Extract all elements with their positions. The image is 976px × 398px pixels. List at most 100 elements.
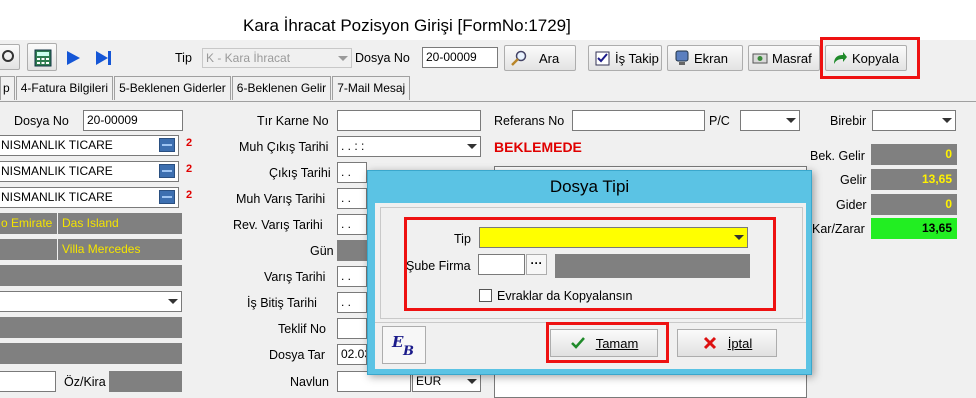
muh-varis-tarihi-picker[interactable]: . .	[337, 188, 367, 209]
chevron-down-icon	[338, 56, 348, 61]
varis-tarihi-label: Varış Tarihi	[264, 270, 326, 284]
is-bitis-tarihi-value: . .	[341, 295, 352, 309]
dosya-tar-input[interactable]: 02.03	[337, 344, 367, 365]
grey-field-c[interactable]	[0, 317, 182, 338]
tir-karne-no-label: Tır Karne No	[257, 114, 329, 128]
referans-no-label: Referans No	[494, 114, 565, 128]
muh-cikis-tarihi-value: . . : :	[341, 139, 365, 153]
teklif-no-label: Teklif No	[278, 322, 326, 336]
party-field-2-value: NISMANLIK TICARE	[1, 164, 113, 178]
cikis-tarihi-value: . .	[341, 165, 352, 179]
birebir-select[interactable]	[872, 110, 956, 131]
dialog-fields-highlight	[404, 217, 776, 311]
teklif-no-input[interactable]	[337, 318, 367, 339]
kar-zarar-label: Kar/Zarar	[812, 222, 865, 236]
close-icon	[702, 335, 718, 351]
grey-field-a[interactable]	[0, 239, 57, 260]
toolbar-dosya-no-input[interactable]: 20-00009	[422, 47, 498, 68]
gun-label: Gün	[310, 244, 334, 258]
dosya-no-label: Dosya No	[14, 114, 69, 128]
party-badge-1: 2	[186, 137, 193, 149]
muh-cikis-tarihi-picker[interactable]: . . : :	[337, 136, 481, 157]
left-select[interactable]	[0, 291, 182, 312]
varis-tarihi-picker[interactable]: . .	[337, 266, 367, 287]
eb-logo: E B	[382, 326, 426, 364]
masraf-label: Masraf	[772, 50, 812, 66]
muh-cikis-tarihi-label: Muh Çıkış Tarihi	[239, 140, 329, 154]
grey-field-b[interactable]	[0, 265, 182, 286]
left-bottom-input[interactable]	[0, 371, 56, 392]
next-record-icon[interactable]	[65, 50, 81, 69]
magnifier-icon	[0, 49, 16, 65]
pc-label: P/C	[709, 114, 730, 128]
ara-label: Ara	[539, 50, 560, 66]
is-bitis-tarihi-picker[interactable]: . .	[337, 292, 367, 313]
tamam-highlight	[546, 322, 669, 363]
monitor-icon	[674, 50, 690, 66]
lookup-icon[interactable]	[159, 190, 175, 204]
chevron-down-icon	[942, 118, 952, 123]
kar-zarar-value: 13,65	[871, 218, 957, 239]
tab-fatura-bilgileri[interactable]: 4-Fatura Bilgileri	[15, 76, 114, 100]
location-field-right[interactable]: Das Island	[58, 213, 182, 234]
chevron-down-icon	[467, 379, 477, 384]
varis-tarihi-value: . .	[341, 269, 352, 283]
kopyala-highlight	[820, 37, 920, 79]
party-badge-3: 2	[186, 189, 193, 201]
dosya-tar-label: Dosya Tar	[269, 348, 326, 362]
gider-label: Gider	[836, 198, 867, 212]
dialog-title: Dosya Tipi	[549, 177, 630, 196]
tab-beklenen-giderler[interactable]: 5-Beklenen Giderler	[114, 76, 231, 100]
gun-field	[337, 240, 367, 261]
calculator-icon	[34, 49, 52, 67]
tip-select[interactable]: K - Kara İhracat	[202, 48, 352, 68]
muh-varis-tarihi-value: . .	[341, 191, 352, 205]
referans-no-input[interactable]	[572, 110, 705, 131]
gelir-label: Gelir	[840, 173, 867, 187]
ekran-button[interactable]: Ekran	[667, 45, 743, 71]
location-field-left[interactable]: o Emirate	[0, 213, 57, 234]
tab-p[interactable]: p	[0, 76, 15, 100]
masraf-button[interactable]: Masraf	[748, 45, 820, 71]
ekran-label: Ekran	[694, 50, 728, 66]
lookup-icon[interactable]	[159, 164, 175, 178]
party-badge-2: 2	[186, 163, 193, 175]
party-field-3-value: NISMANLIK TICARE	[1, 190, 113, 204]
navlun-label: Navlun	[290, 375, 329, 389]
calculator-button[interactable]	[27, 43, 57, 71]
is-takip-button[interactable]: İş Takip	[588, 45, 662, 71]
lookup-icon[interactable]	[159, 138, 175, 152]
rev-varis-tarihi-picker[interactable]: . .	[337, 214, 367, 235]
iptal-button[interactable]: İptal	[677, 329, 777, 357]
toolbar-dosya-no-label: Dosya No	[355, 51, 410, 65]
party-field-3[interactable]: NISMANLIK TICARE	[0, 187, 179, 208]
tab-strip: p 4-Fatura Bilgileri 5-Beklenen Giderler…	[0, 76, 411, 102]
oz-kira-label: Öz/Kira	[64, 375, 106, 389]
villa-field[interactable]: Villa Mercedes	[58, 239, 182, 260]
chevron-down-icon	[467, 144, 477, 149]
oz-kira-field[interactable]	[109, 371, 182, 392]
tab-mail-mesaj[interactable]: 7-Mail Mesaj	[332, 76, 411, 100]
rev-varis-tarihi-label: Rev. Varış Tarihi	[233, 218, 323, 232]
tab-beklenen-gelir[interactable]: 6-Beklenen Gelir	[231, 76, 332, 100]
currency-value: EUR	[416, 374, 442, 388]
last-record-icon[interactable]	[95, 50, 113, 69]
gelir-value: 13,65	[871, 169, 957, 190]
tip-select-value: K - Kara İhracat	[206, 51, 291, 65]
chevron-down-icon	[168, 299, 178, 304]
search-icon	[511, 50, 527, 66]
preview-button[interactable]	[0, 44, 20, 70]
cikis-tarihi-picker[interactable]: . .	[337, 162, 367, 183]
ara-button[interactable]: Ara	[504, 45, 576, 71]
pc-select[interactable]	[740, 110, 800, 131]
tir-karne-no-input[interactable]	[337, 110, 481, 131]
iptal-label: İptal	[727, 335, 753, 351]
bek-gelir-label: Bek. Gelir	[810, 149, 865, 163]
grey-field-d[interactable]	[0, 343, 182, 364]
party-field-1[interactable]: NISMANLIK TICARE	[0, 135, 179, 156]
muh-varis-tarihi-label: Muh Varış Tarihi	[236, 192, 326, 206]
dosya-no-input[interactable]: 20-00009	[83, 110, 183, 131]
party-field-2[interactable]: NISMANLIK TICARE	[0, 161, 179, 182]
bek-gelir-value: 0	[871, 144, 957, 165]
rev-varis-tarihi-value: . .	[341, 217, 352, 231]
